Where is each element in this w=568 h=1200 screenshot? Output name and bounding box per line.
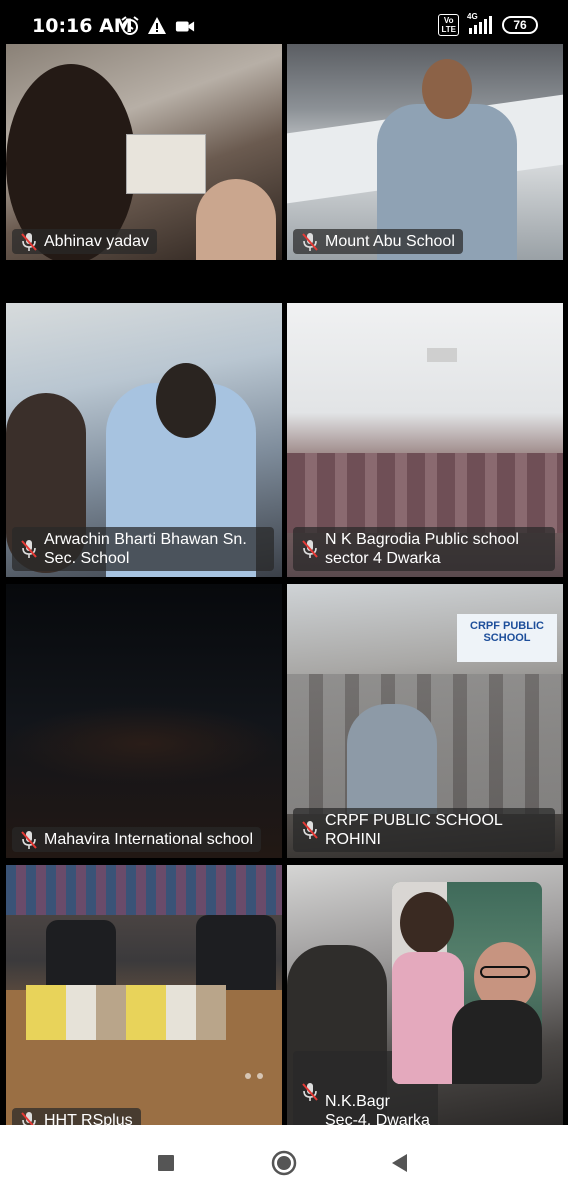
video-tile-hht-rsplus[interactable]: HHT RSplus [6,865,282,1139]
participant-name-tag: Arwachin Bharti Bhawan Sn. Sec. School [12,527,274,571]
volte-icon: Vo LTE [438,14,459,36]
school-banner: CRPF PUBLIC SCHOOL [457,614,557,662]
participant-name: Mahavira International school [44,831,254,848]
participant-name: Arwachin Bharti Bhawan Sn. Sec. School [44,531,247,567]
mic-muted-icon [21,540,37,558]
self-view-video[interactable] [392,882,542,1084]
participant-name-tag: Mount Abu School [293,229,463,254]
page-indicator [245,1073,263,1079]
mic-muted-icon [302,540,318,558]
video-tile-arwachin-bharti-bhawan[interactable]: Arwachin Bharti Bhawan Sn. Sec. School [6,303,282,577]
network-type-label: 4G [467,12,478,21]
video-tile-mahavira-international[interactable]: Mahavira International school [6,584,282,858]
warning-icon [148,17,166,34]
participant-name-tag: CRPF PUBLIC SCHOOL ROHINI [293,808,555,852]
video-tile-crpf-public-school[interactable]: CRPF PUBLIC SCHOOL CRPF PUBLIC SCHOOL RO… [287,584,563,858]
video-tile-abhinav-yadav[interactable]: Abhinav yadav [6,44,282,260]
participant-name-tag: Abhinav yadav [12,229,157,254]
participant-name: N K Bagrodia Public school sector 4 Dwar… [325,531,519,567]
recent-apps-button[interactable] [152,1149,180,1177]
navigation-bar [0,1125,568,1200]
mic-muted-icon [302,1083,318,1101]
clock-time: 10:16 AM [32,15,133,37]
participant-name: Mount Abu School [325,233,455,250]
alarm-icon [121,16,139,35]
participant-name: CRPF PUBLIC SCHOOL ROHINI [325,812,503,848]
mic-muted-icon [302,821,318,839]
back-button[interactable] [386,1149,414,1177]
mic-muted-icon [21,232,37,251]
video-tile-nk-bagrodia-public-school[interactable]: N K Bagrodia Public school sector 4 Dwar… [287,303,563,577]
participant-name-tag: N K Bagrodia Public school sector 4 Dwar… [293,527,555,571]
participant-name-tag: Mahavira International school [12,827,262,852]
video-tile-mount-abu-school[interactable]: Mount Abu School [287,44,563,260]
signal-strength-icon: 4G [467,12,492,34]
battery-icon: 76 [502,16,538,34]
participant-name: Abhinav yadav [44,233,149,250]
mic-muted-icon [302,232,318,251]
participant-name: N.K.Bagr Sec-4, Dwarka [325,1093,430,1129]
home-button[interactable] [270,1149,298,1177]
video-camera-icon [175,21,195,32]
mic-muted-icon [21,830,37,849]
